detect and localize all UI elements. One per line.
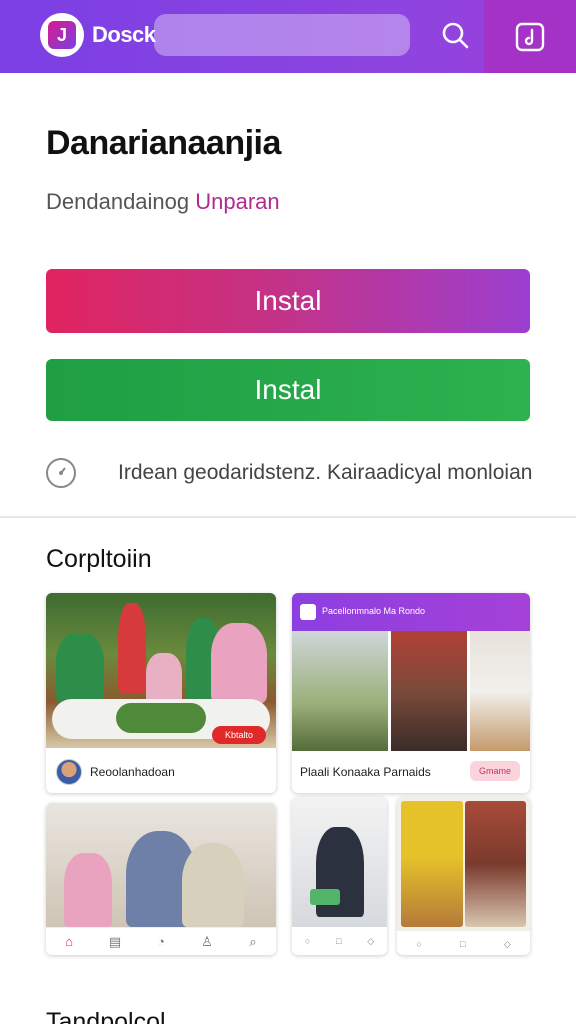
screenshot-image-phone bbox=[292, 797, 387, 927]
app-logo-icon bbox=[300, 604, 316, 620]
info-icon bbox=[46, 458, 76, 488]
section-divider bbox=[0, 516, 576, 518]
card-footer: Plaali Konaaka Parnaids Gmame bbox=[292, 751, 530, 793]
avatar bbox=[56, 758, 82, 785]
screenshot-image-portrait bbox=[46, 803, 276, 927]
screenshot-image-gallery bbox=[292, 631, 530, 751]
brand-name: Dosck bbox=[92, 22, 156, 47]
profile-icon[interactable]: ◇ bbox=[367, 936, 374, 947]
developer-link[interactable]: Unparan bbox=[195, 189, 279, 214]
search-icon[interactable] bbox=[436, 16, 474, 54]
install-button[interactable]: Instal bbox=[46, 269, 530, 333]
screenshot-card-3[interactable]: ⌂ ▤ ◔ ♙ ⌕ bbox=[46, 803, 276, 955]
list-icon[interactable]: □ bbox=[336, 936, 341, 946]
screenshot-card-1[interactable]: Kbtalto Reoolanhadoan bbox=[46, 593, 276, 793]
profile-icon[interactable]: ◇ bbox=[504, 939, 511, 950]
search-icon[interactable]: ⌕ bbox=[243, 932, 263, 952]
home-icon[interactable]: ⌂ bbox=[59, 932, 79, 952]
profile-icon[interactable]: ♙ bbox=[197, 932, 217, 952]
info-text: Irdean geodaridstenz. Kairaadicyal monlo… bbox=[118, 461, 533, 484]
list-icon[interactable]: ▤ bbox=[105, 932, 125, 952]
screenshot-image-grid bbox=[397, 797, 530, 931]
app-title: Danarianaanjia bbox=[46, 124, 281, 162]
home-icon[interactable]: ○ bbox=[305, 936, 310, 946]
top-action-button[interactable] bbox=[484, 0, 576, 73]
music-note-icon bbox=[515, 22, 545, 51]
app-logo-icon[interactable]: J bbox=[40, 13, 84, 57]
install-button-secondary[interactable]: Instal bbox=[46, 359, 530, 421]
section-title-bottom: Tandpolcol bbox=[46, 1008, 166, 1024]
search-input[interactable] bbox=[154, 14, 410, 56]
info-row: Irdean geodaridstenz. Kairaadicyal monlo… bbox=[46, 456, 533, 490]
drop-icon[interactable]: ◔ bbox=[151, 932, 171, 952]
card-header-bar: Pacellonmnalo Ma Rondo bbox=[292, 593, 530, 631]
developer-text: Dendandainog bbox=[46, 189, 196, 214]
tag-badge: Kbtalto bbox=[212, 726, 266, 744]
list-icon[interactable]: □ bbox=[460, 939, 465, 949]
bottom-nav: ⌂ ▤ ◔ ♙ ⌕ bbox=[46, 927, 276, 955]
bottom-nav: ○ □ ◇ bbox=[397, 935, 530, 953]
card-footer: Reoolanhadoan bbox=[46, 750, 276, 793]
home-icon[interactable]: ○ bbox=[416, 939, 421, 949]
card-label: Plaali Konaaka Parnaids bbox=[300, 765, 431, 779]
screenshot-card-5[interactable]: ○ □ ◇ bbox=[397, 797, 530, 955]
screenshots-title: Corpltoiin bbox=[46, 545, 152, 573]
logo-mark: J bbox=[48, 21, 76, 49]
game-chip-button[interactable]: Gmame bbox=[470, 761, 520, 781]
more-icon[interactable]: ... bbox=[512, 1014, 525, 1024]
screenshot-image-family bbox=[46, 593, 276, 748]
card-label: Reoolanhadoan bbox=[90, 764, 175, 779]
top-app-bar: J Dosck bbox=[0, 0, 576, 73]
bottom-nav: ○ □ ◇ bbox=[292, 931, 387, 951]
card-header-title: Pacellonmnalo Ma Rondo bbox=[322, 606, 426, 616]
screenshot-card-4[interactable]: ○ □ ◇ bbox=[292, 797, 387, 955]
app-developer: Dendandainog Unparan bbox=[46, 189, 280, 215]
screenshot-card-2[interactable]: Pacellonmnalo Ma Rondo Plaali Konaaka Pa… bbox=[292, 593, 530, 793]
